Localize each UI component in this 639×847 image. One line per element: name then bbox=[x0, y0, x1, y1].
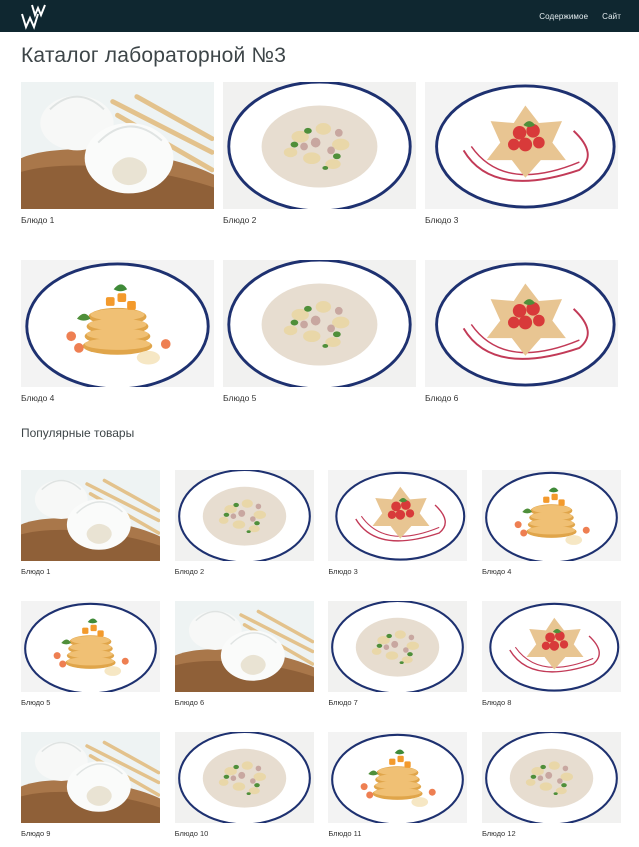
dish-caption: Блюдо 4 bbox=[21, 393, 55, 403]
popular-card[interactable]: Блюдо 11 bbox=[328, 732, 468, 839]
dish-caption: Блюдо 3 bbox=[425, 215, 459, 225]
dish-caption: Блюдо 1 bbox=[21, 567, 51, 576]
nav-link-content[interactable]: Содержимое bbox=[539, 12, 588, 21]
popular-grid: Блюдо 1 Блюдо 2 Блюдо 3 Блюдо 4 Блюдо 5 … bbox=[21, 470, 621, 839]
dish-image[interactable] bbox=[481, 732, 621, 823]
dish-caption: Блюдо 2 bbox=[223, 215, 257, 225]
dish-image[interactable] bbox=[174, 732, 314, 823]
dish-caption: Блюдо 5 bbox=[21, 698, 51, 707]
dish-image[interactable] bbox=[21, 260, 214, 387]
popular-section-title: Популярные товары bbox=[21, 426, 135, 440]
dish-caption: Блюдо 7 bbox=[328, 698, 358, 707]
dish-image[interactable] bbox=[328, 601, 468, 692]
dish-image[interactable] bbox=[21, 601, 160, 692]
dish-image[interactable] bbox=[425, 260, 618, 387]
dish-caption: Блюдо 2 bbox=[174, 567, 205, 576]
dish-image[interactable] bbox=[481, 601, 621, 692]
popular-card[interactable]: Блюдо 6 bbox=[174, 601, 314, 708]
dish-image[interactable] bbox=[21, 732, 160, 823]
catalog-card[interactable]: Блюдо 2 bbox=[223, 82, 416, 226]
popular-card[interactable]: Блюдо 3 bbox=[328, 470, 468, 577]
popular-card[interactable]: Блюдо 4 bbox=[481, 470, 621, 577]
dish-image[interactable] bbox=[21, 470, 160, 561]
dish-caption: Блюдо 8 bbox=[481, 698, 512, 707]
popular-card[interactable]: Блюдо 2 bbox=[174, 470, 314, 577]
popular-card[interactable]: Блюдо 12 bbox=[481, 732, 621, 839]
main-nav: Содержимое Сайт bbox=[539, 0, 621, 32]
catalog-card[interactable]: Блюдо 4 bbox=[21, 260, 214, 404]
dish-image[interactable] bbox=[174, 601, 314, 692]
dish-caption: Блюдо 9 bbox=[21, 829, 51, 838]
catalog-card[interactable]: Блюдо 5 bbox=[223, 260, 416, 404]
dish-caption: Блюдо 1 bbox=[21, 215, 55, 225]
dish-caption: Блюдо 11 bbox=[328, 829, 362, 838]
dish-caption: Блюдо 12 bbox=[481, 829, 516, 838]
dish-image[interactable] bbox=[223, 82, 416, 209]
dish-caption: Блюдо 4 bbox=[481, 567, 512, 576]
catalog-grid: Блюдо 1 Блюдо 2 Блюдо 3 Блюдо 4 Блюдо 5 … bbox=[21, 82, 618, 404]
dish-caption: Блюдо 5 bbox=[223, 393, 257, 403]
popular-card[interactable]: Блюдо 8 bbox=[481, 601, 621, 708]
catalog-card[interactable]: Блюдо 3 bbox=[425, 82, 618, 226]
dish-image[interactable] bbox=[21, 82, 214, 209]
dish-image[interactable] bbox=[174, 470, 314, 561]
popular-card[interactable]: Блюдо 9 bbox=[21, 732, 160, 839]
catalog-card[interactable]: Блюдо 1 bbox=[21, 82, 214, 226]
nav-link-site[interactable]: Сайт bbox=[602, 12, 621, 21]
dish-image[interactable] bbox=[328, 470, 468, 561]
dish-caption: Блюдо 6 bbox=[174, 698, 205, 707]
page-title: Каталог лабораторной №3 bbox=[21, 44, 287, 67]
popular-card[interactable]: Блюдо 1 bbox=[21, 470, 160, 577]
popular-card[interactable]: Блюдо 5 bbox=[21, 601, 160, 708]
dish-image[interactable] bbox=[425, 82, 618, 209]
dish-caption: Блюдо 6 bbox=[425, 393, 459, 403]
dish-caption: Блюдо 3 bbox=[328, 567, 358, 576]
popular-card[interactable]: Блюдо 10 bbox=[174, 732, 314, 839]
site-logo[interactable] bbox=[20, 2, 52, 30]
dish-image[interactable] bbox=[481, 470, 621, 561]
catalog-card[interactable]: Блюдо 6 bbox=[425, 260, 618, 404]
dish-caption: Блюдо 10 bbox=[174, 829, 209, 838]
dish-image[interactable] bbox=[328, 732, 468, 823]
dish-image[interactable] bbox=[223, 260, 416, 387]
top-navigation-bar: Содержимое Сайт bbox=[0, 0, 639, 32]
popular-card[interactable]: Блюдо 7 bbox=[328, 601, 468, 708]
